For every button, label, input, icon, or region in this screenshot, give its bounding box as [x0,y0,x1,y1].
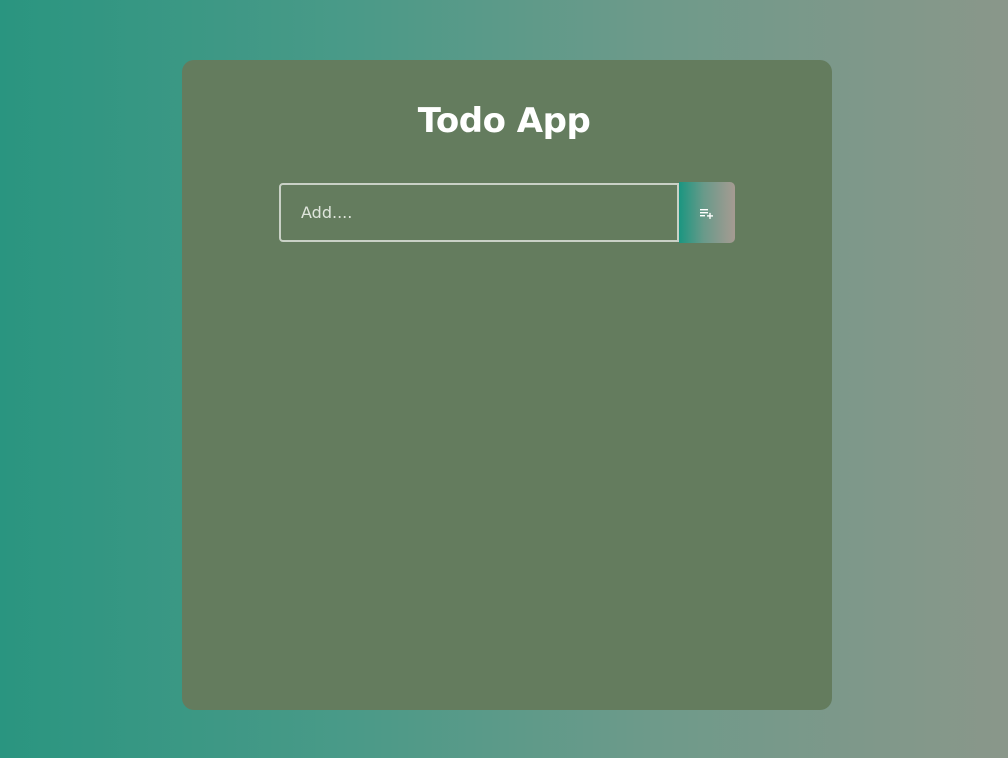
playlist-add-icon [700,208,713,219]
add-todo-form [279,182,735,243]
todo-app-card [182,60,832,710]
add-todo-button[interactable] [679,182,735,243]
app-title: Todo App [417,101,591,141]
todo-input[interactable] [279,183,679,242]
